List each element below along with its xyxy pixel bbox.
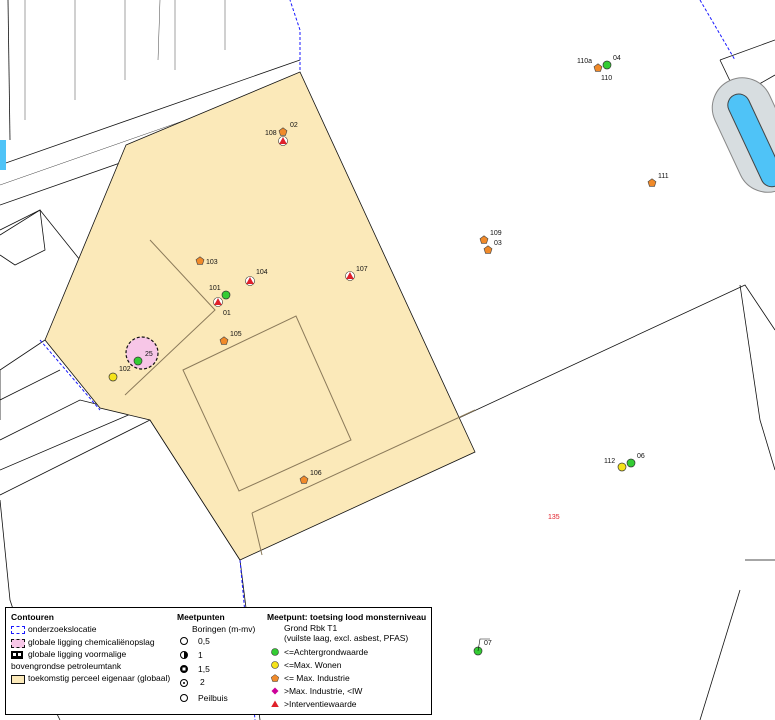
legend-depth-3: 1,5	[198, 664, 210, 674]
legend-depth-4: 2	[200, 677, 205, 687]
measurement-label-01: 01	[223, 310, 231, 317]
measurement-label-03: 03	[494, 240, 502, 247]
legend-peilbuis: Peilbuis	[198, 693, 228, 703]
legend-toetsing-line2: (vuilste laag, excl. asbest, PFAS)	[284, 633, 409, 643]
measurement-label-110a: 110a	[577, 58, 592, 65]
legend-contouren-item-2: globale ligging chemicaliënopslag	[28, 637, 155, 647]
legend-depth-symbols	[180, 637, 188, 702]
future-parcel-area	[44, 71, 476, 561]
measurement-label-109: 109	[490, 230, 502, 237]
measurement-point-108	[278, 136, 288, 146]
measurement-label-101: 101	[209, 285, 221, 292]
measurement-label-108: 108	[265, 130, 277, 137]
measurement-point-25	[133, 356, 143, 366]
measurement-label-105: 105	[230, 331, 242, 338]
legend-toetsing-symbols	[270, 648, 280, 707]
legend-toetsing-item-2: <=Max. Wonen	[284, 660, 342, 670]
measurement-label-02: 02	[290, 122, 298, 129]
legend-toetsing-item-1: <=Achtergrondwaarde	[284, 647, 369, 657]
measurement-point-104	[245, 276, 255, 286]
parcel-number: 135	[548, 514, 560, 521]
measurement-point-06	[626, 458, 636, 468]
legend-meetpunten-subtitle: Boringen (m-mv)	[192, 624, 256, 634]
legend-depth-1: 0,5	[198, 636, 210, 646]
legend-contouren-item-5: toekomstig perceel eigenaar (globaal)	[28, 673, 171, 683]
measurement-label-103: 103	[206, 259, 218, 266]
legend-contouren-title: Contouren	[11, 612, 54, 622]
measurement-label-110: 110	[601, 75, 612, 82]
measurement-point-107	[345, 271, 355, 281]
measurement-label-25: 25	[145, 351, 153, 358]
legend-toetsing-line1: Grond Rbk T1	[284, 623, 338, 633]
measurement-point-110a	[593, 63, 603, 72]
measurement-point-111	[647, 178, 657, 187]
measurement-label-104: 104	[256, 269, 268, 276]
measurement-label-06: 06	[637, 453, 645, 460]
legend-depth-2: 1	[198, 650, 203, 660]
legend-boundary-swatch	[11, 626, 25, 634]
legend-toetsing-title: Meetpunt: toetsing lood monsterniveau	[267, 612, 427, 622]
measurement-point-101	[221, 290, 231, 300]
measurement-point-102	[108, 372, 118, 382]
legend-toetsing-item-3: <= Max. Industrie	[284, 673, 350, 683]
measurement-label-07: 07	[484, 640, 492, 647]
measurement-point-04	[602, 60, 612, 70]
legend-meetpunten-title: Meetpunten	[177, 612, 225, 622]
measurement-label-102: 102	[119, 366, 131, 373]
measurement-point-109	[479, 235, 489, 244]
measurement-point-03	[483, 245, 493, 254]
legend-chemical-swatch	[11, 639, 25, 648]
legend-toetsing-item-4: >Max. Industrie, <IW	[284, 686, 363, 696]
water-left	[0, 140, 6, 170]
measurement-point-112	[617, 462, 627, 472]
measurement-label-107: 107	[356, 266, 368, 273]
legend-contouren-item-4: bovengrondse petroleumtank	[11, 661, 122, 671]
legend-tank-swatch	[11, 651, 23, 659]
legend-contouren-item-1: onderzoekslocatie	[28, 624, 97, 634]
measurement-label-112: 112	[604, 458, 615, 465]
map-legend: Contouren onderzoekslocatie globale ligg…	[5, 607, 432, 715]
legend-parcel-swatch	[11, 675, 25, 684]
legend-contouren-item-3: globale ligging voormalige	[28, 649, 127, 659]
measurement-label-04: 04	[613, 55, 621, 62]
water-channel-right	[711, 77, 775, 193]
chemical-storage-contour	[125, 336, 159, 370]
measurement-label-106: 106	[310, 470, 322, 477]
measurement-point-01	[213, 297, 223, 307]
legend-toetsing-item-5: >Interventiewaarde	[284, 699, 357, 709]
measurement-label-111: 111	[658, 173, 669, 180]
